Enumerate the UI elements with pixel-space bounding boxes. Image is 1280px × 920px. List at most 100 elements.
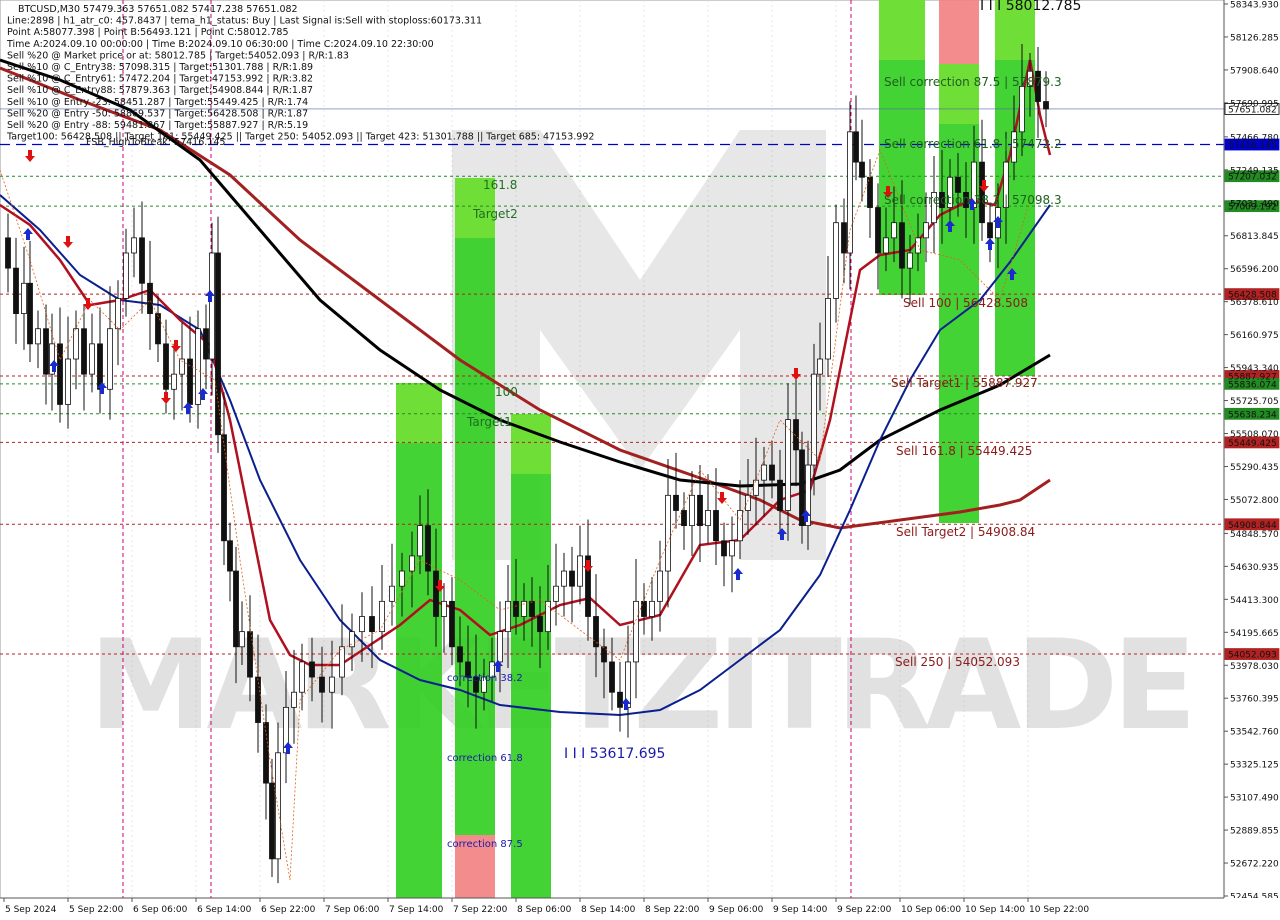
candle-body <box>65 358 71 405</box>
candle-body <box>247 631 253 678</box>
price-tick-label: 53542.760 <box>1230 728 1279 738</box>
time-label: 8 Sep 22:00 <box>645 905 700 915</box>
time-label: 6 Sep 06:00 <box>133 905 188 915</box>
candle-body <box>139 237 145 284</box>
info-line: Sell %20 @ Market price or at: 58012.785… <box>7 50 349 61</box>
candle-body <box>785 419 791 511</box>
fib-zone <box>396 383 442 898</box>
watermark-text: MARKETZITRADE <box>89 614 1191 758</box>
candle-body <box>27 282 33 345</box>
candle-body <box>853 131 859 163</box>
fib-label: I I I 53617.695 <box>564 746 665 762</box>
price-tick-label: 52672.220 <box>1230 860 1279 870</box>
candle-body <box>505 600 511 633</box>
price-badge-label: 55638.234 <box>1228 410 1277 420</box>
candle-body <box>131 237 137 254</box>
candle-body <box>777 479 783 511</box>
candle-body <box>425 525 431 572</box>
candle-body <box>811 373 817 466</box>
candle-body <box>569 570 575 587</box>
price-tick-label: 55072.800 <box>1230 496 1279 506</box>
candle-body <box>1043 101 1049 110</box>
candle-body <box>891 222 897 239</box>
price-badge-label: 55449.425 <box>1228 439 1277 449</box>
price-tick-label: 56160.975 <box>1230 331 1279 341</box>
price-tick-label: 53107.490 <box>1230 794 1279 804</box>
fib-label: Sell correction 87.5 | 57879.3 <box>884 75 1062 89</box>
time-label: 5 Sep 22:00 <box>69 905 124 915</box>
candle-body <box>641 600 647 617</box>
candle-body <box>561 570 567 587</box>
time-label: 10 Sep 06:00 <box>901 905 961 915</box>
time-label: 7 Sep 14:00 <box>389 905 444 915</box>
candle-body <box>867 176 873 208</box>
candle-body <box>753 479 759 496</box>
fib-label: 100 <box>495 385 518 399</box>
candle-body <box>665 494 671 572</box>
info-line: BTCUSD,M30 57479.363 57651.082 57417.238… <box>18 4 298 15</box>
fib-label: correction 61.8 <box>447 753 523 764</box>
candle-body <box>359 616 365 633</box>
candle-body <box>633 600 639 663</box>
candle-body <box>955 176 961 193</box>
candle-body <box>389 585 395 602</box>
price-badge-label: 57416.145 <box>1228 141 1277 151</box>
time-label: 8 Sep 14:00 <box>581 905 636 915</box>
candle-body <box>449 600 455 648</box>
candle-body <box>5 237 11 269</box>
price-chart[interactable]: MARKETZITRADE Sell correction 87.5 | 5787… <box>0 0 1280 920</box>
candle-body <box>299 661 305 693</box>
candle-body <box>369 616 375 633</box>
info-line: Sell %20 @ Entry -88: 59481.867 | Target… <box>7 120 308 131</box>
fib-label: Sell correction 38.2 | 57098.3 <box>884 193 1062 207</box>
candle-body <box>147 282 153 314</box>
candle-body <box>673 494 679 511</box>
candle-body <box>681 510 687 527</box>
candle-body <box>163 343 169 390</box>
price-badge-label: 57009.192 <box>1228 203 1277 213</box>
price-tick-label: 55290.435 <box>1230 463 1279 473</box>
candle-body <box>329 676 335 693</box>
candle-body <box>73 328 79 360</box>
candle-body <box>553 585 559 602</box>
candle-body <box>215 252 221 436</box>
candle-body <box>987 222 993 239</box>
candle-body <box>441 600 447 617</box>
price-tick-label: 54848.570 <box>1230 530 1279 540</box>
candle-body <box>841 222 847 254</box>
time-label: 9 Sep 06:00 <box>709 905 764 915</box>
candle-body <box>81 328 87 375</box>
fib-zone <box>511 414 551 898</box>
candle-body <box>745 494 751 511</box>
price-tick-label: 54413.300 <box>1230 596 1279 606</box>
candle-body <box>269 782 275 860</box>
fsb-label: FSB_HighToBreak: 57416.145 <box>86 137 225 148</box>
candle-body <box>883 237 889 254</box>
price-tick-label: 53760.395 <box>1230 695 1279 705</box>
candle-body <box>35 328 41 345</box>
price-tick-label: 56813.845 <box>1230 232 1279 242</box>
info-line: Sell %10 @ C_Entry38: 57098.315 | Target… <box>7 62 313 73</box>
price-badge-label: 54908.844 <box>1228 521 1277 531</box>
candle-body <box>1019 85 1025 133</box>
candle-body <box>721 540 727 557</box>
candle-body <box>13 267 19 314</box>
fib-label: Target1 <box>466 415 512 429</box>
price-badge-label: 57651.082 <box>1228 105 1277 115</box>
candle-body <box>689 494 695 527</box>
fib-zone-highlight <box>879 0 925 60</box>
price-tick-label: 54195.665 <box>1230 629 1279 639</box>
info-line: Time A:2024.09.10 00:00:00 | Time B:2024… <box>6 39 434 50</box>
price-badge-label: 57207.032 <box>1228 173 1277 183</box>
candle-body <box>899 222 905 269</box>
info-line: Sell %20 @ Entry -50: 58869.537 | Target… <box>7 108 308 119</box>
time-label: 6 Sep 14:00 <box>197 905 252 915</box>
candle-body <box>529 600 535 617</box>
candle-body <box>233 570 239 648</box>
time-label: 5 Sep 2024 <box>5 905 57 915</box>
candle-body <box>609 661 615 693</box>
candle-body <box>123 252 129 299</box>
fib-label: Sell 100 | 56428.508 <box>903 296 1028 310</box>
candle-body <box>43 328 49 375</box>
candle-body <box>649 600 655 617</box>
